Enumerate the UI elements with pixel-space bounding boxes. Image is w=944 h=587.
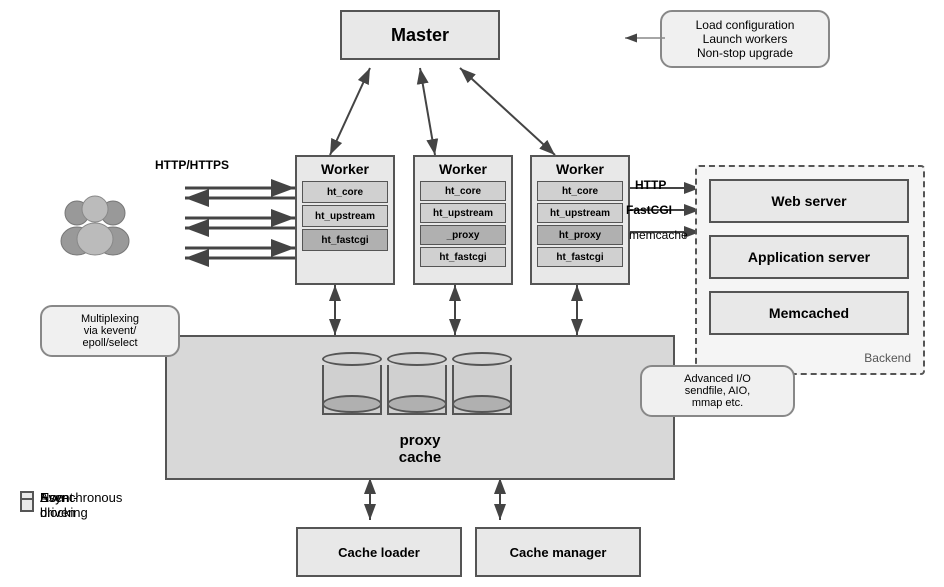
db1	[322, 352, 382, 415]
callout-tail	[625, 28, 665, 48]
proxy-cache-box: proxy cache	[165, 335, 675, 480]
legend-nonblocking: Non-blocking	[20, 490, 88, 520]
legend-nonblocking-label: Non-blocking	[40, 490, 88, 520]
http-https-label: HTTP/HTTPS	[155, 158, 229, 172]
cache-loader-box: Cache loader	[296, 527, 462, 577]
cache-manager-box: Cache manager	[475, 527, 641, 577]
backend-box: Backend Web server Application server Me…	[695, 165, 925, 375]
worker2-proxy: _proxy	[420, 225, 506, 245]
proxy-cache-label: proxy cache	[399, 432, 442, 466]
worker1-box: Worker ht_core ht_upstream ht_fastcgi	[295, 155, 395, 285]
worker1-label: Worker	[321, 161, 369, 177]
worker1-ht-fastcgi: ht_fastcgi	[302, 229, 388, 251]
multiplexing-callout: Multiplexing via kevent/ epoll/select	[40, 305, 180, 357]
advanced-io-callout: Advanced I/O sendfile, AIO, mmap etc.	[640, 365, 795, 417]
worker3-ht-core: ht_core	[537, 181, 623, 201]
worker2-ht-core: ht_core	[420, 181, 506, 201]
web-server-box: Web server	[709, 179, 909, 223]
worker2-ht-fastcgi: ht_fastcgi	[420, 247, 506, 267]
users-icon	[55, 185, 135, 265]
master-callout-text: Load configuration Launch workers Non-st…	[696, 18, 795, 60]
memcached-box: Memcached	[709, 291, 909, 335]
cache-loader-label: Cache loader	[338, 545, 420, 560]
worker3-ht-proxy: ht_proxy	[537, 225, 623, 245]
worker3-ht-upstream: ht_upstream	[537, 203, 623, 223]
master-callout: Load configuration Launch workers Non-st…	[660, 10, 830, 68]
http-label: HTTP	[635, 178, 666, 192]
db3	[452, 352, 512, 415]
worker2-ht-upstream: ht_upstream	[420, 203, 506, 223]
worker1-ht-core: ht_core	[302, 181, 388, 203]
worker1-ht-upstream: ht_upstream	[302, 205, 388, 227]
master-label: Master	[391, 25, 449, 46]
memcached-label: Memcached	[769, 305, 849, 321]
app-server-label: Application server	[748, 249, 870, 265]
legend-nonblocking-icon	[20, 498, 34, 512]
fastcgi-label: FastCGI	[626, 203, 672, 217]
memcache-label: memcache	[629, 228, 688, 242]
worker2-box: Worker ht_core ht_upstream _proxy ht_fas…	[413, 155, 513, 285]
backend-label: Backend	[864, 351, 911, 365]
worker2-label: Worker	[439, 161, 487, 177]
worker3-ht-fastcgi: ht_fastcgi	[537, 247, 623, 267]
app-server-box: Application server	[709, 235, 909, 279]
master-box: Master	[340, 10, 500, 60]
multiplexing-text: Multiplexing via kevent/ epoll/select	[81, 313, 139, 349]
advanced-io-text: Advanced I/O sendfile, AIO, mmap etc.	[684, 373, 751, 409]
diagram: HTTP/HTTPS Master Load configuration Lau…	[0, 0, 944, 587]
worker3-label: Worker	[556, 161, 604, 177]
db2	[387, 352, 447, 415]
web-server-label: Web server	[771, 193, 846, 209]
cache-manager-label: Cache manager	[510, 545, 607, 560]
worker3-box: Worker ht_core ht_upstream ht_proxy ht_f…	[530, 155, 630, 285]
